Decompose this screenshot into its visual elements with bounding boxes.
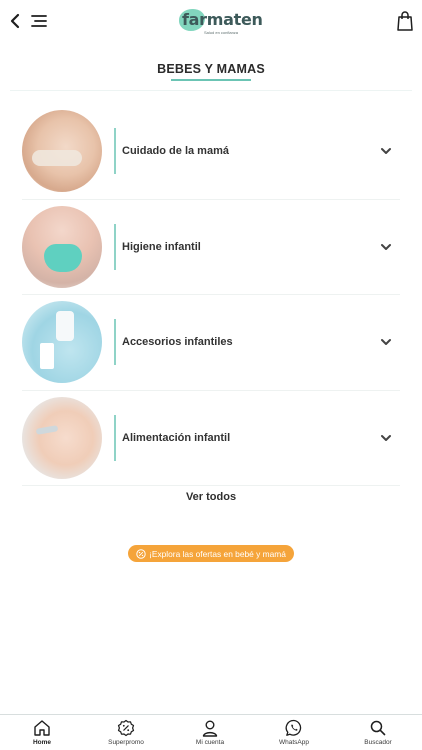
category-thumbnail-image: [22, 301, 102, 383]
logo-tagline: Salud en confianza: [204, 30, 239, 35]
category-thumbnail-image: [22, 205, 102, 288]
chevron-down-icon[interactable]: [380, 242, 392, 252]
shopping-bag-icon[interactable]: [396, 10, 414, 32]
nav-whatsapp[interactable]: WhatsApp: [252, 717, 336, 750]
category-label: Cuidado de la mamá: [122, 145, 229, 157]
nav-label: Superpromo: [108, 739, 144, 746]
nav-label: WhatsApp: [279, 739, 309, 746]
category-list: Cuidado de la mamá Higiene infantil Acce…: [0, 104, 422, 486]
category-accent-bar: [114, 319, 116, 365]
user-icon: [202, 720, 218, 737]
menu-icon[interactable]: [30, 12, 48, 30]
back-arrow-icon[interactable]: [6, 10, 24, 32]
promo-offers-button[interactable]: ¡Explora las ofertas en bebé y mamá: [128, 545, 294, 562]
category-item-accesorios-infantiles[interactable]: Accesorios infantiles: [0, 295, 422, 391]
page-title: BEBES Y MAMAS: [157, 62, 265, 76]
category-accent-bar: [114, 223, 116, 270]
chevron-down-icon[interactable]: [380, 433, 392, 443]
percent-badge-icon: [117, 719, 135, 737]
nav-buscador[interactable]: Buscador: [336, 717, 420, 750]
search-icon: [370, 720, 386, 736]
top-header: farmaten Salud en confianza: [0, 0, 422, 44]
category-label: Accesorios infantiles: [122, 336, 233, 348]
nav-label: Mi cuenta: [195, 739, 225, 746]
category-label: Alimentación infantil: [122, 431, 231, 444]
percent-badge-icon: [136, 548, 146, 559]
chevron-down-icon[interactable]: [380, 337, 392, 347]
chevron-down-icon[interactable]: [380, 146, 392, 156]
title-underline: [171, 79, 251, 81]
category-accent-bar: [114, 414, 116, 461]
nav-home[interactable]: Home: [0, 717, 84, 750]
whatsapp-icon: [285, 719, 302, 736]
nav-mi-cuenta[interactable]: Mi cuenta: [168, 717, 252, 750]
divider: [22, 485, 400, 486]
category-thumbnail-image: [22, 396, 102, 479]
category-thumbnail-image: [22, 110, 102, 192]
category-item-cuidado-mama[interactable]: Cuidado de la mamá: [0, 104, 422, 200]
category-label: Higiene infantil: [122, 240, 201, 253]
title-divider: [10, 90, 412, 91]
category-accent-bar: [114, 128, 116, 174]
ver-todos-link[interactable]: Ver todos: [0, 491, 422, 503]
nav-label: Buscador: [364, 739, 392, 746]
category-item-higiene-infantil[interactable]: Higiene infantil: [0, 200, 422, 295]
nav-label: Home: [32, 739, 52, 746]
promo-label: ¡Explora las ofertas en bebé y mamá: [149, 548, 286, 559]
logo-text: farmaten: [182, 10, 263, 29]
bottom-navigation: Home Superpromo Mi cuenta WhatsApp Busca…: [0, 714, 422, 750]
nav-superpromo[interactable]: Superpromo: [84, 717, 168, 750]
farmaten-logo[interactable]: farmaten Salud en confianza: [178, 6, 263, 36]
category-item-alimentacion-infantil[interactable]: Alimentación infantil: [0, 391, 422, 486]
home-icon: [34, 720, 50, 736]
